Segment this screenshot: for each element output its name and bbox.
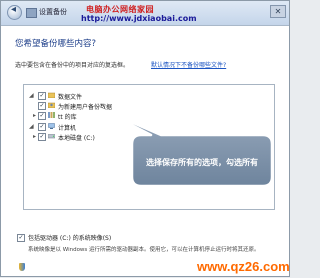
expand-arrow-icon[interactable]: ◢: [29, 92, 34, 99]
collapse-arrow-icon[interactable]: ▸: [33, 112, 36, 119]
user-folder-icon: [48, 102, 55, 108]
back-arrow-icon: ◂: [11, 4, 17, 15]
close-button[interactable]: ✕: [270, 5, 286, 18]
system-image-checkbox[interactable]: ✓: [17, 234, 25, 242]
checkbox-computer[interactable]: ✓: [38, 123, 46, 131]
backup-wizard-window: ◂ 设置备份 电脑办公网络家园 http://www.jdxiaobai.com…: [0, 0, 290, 277]
library-icon: [48, 112, 55, 118]
help-link[interactable]: 默认情况下不备份哪些文件?: [151, 60, 226, 69]
checkbox-data-files[interactable]: ✓: [38, 92, 46, 100]
watermark-url: http://www.jdxiaobai.com: [81, 14, 197, 23]
callout-text: 选择保存所有的选项，勾选所有: [146, 158, 258, 167]
titlebar: ◂ 设置备份 电脑办公网络家园 http://www.jdxiaobai.com…: [1, 1, 289, 26]
checkbox-new-users[interactable]: ✓: [38, 102, 46, 110]
system-image-label: 包括驱动器 (C:) 的系统映像(S): [28, 235, 112, 242]
window-title: 设置备份: [39, 8, 67, 16]
collapse-arrow-icon[interactable]: ▸: [33, 133, 36, 140]
expand-arrow-icon[interactable]: ◢: [29, 123, 34, 130]
page-title: 您希望备份哪些内容?: [15, 39, 97, 49]
tree-item-label: 数据文件: [58, 94, 83, 101]
tree-item-label: 本地磁盘 (C:): [58, 135, 95, 142]
instruction-text: 选中要包含在备份中的项目对应的复选框。: [15, 62, 130, 69]
tree-item-label: tt 的库: [58, 114, 77, 121]
footer-watermark: www.qz26.com: [197, 259, 290, 274]
shield-icon: [19, 263, 25, 271]
back-button[interactable]: ◂: [7, 4, 22, 20]
backup-icon: [26, 8, 37, 18]
folder-icon: [48, 92, 55, 98]
computer-icon: [48, 123, 55, 129]
drive-icon: [48, 134, 55, 139]
backup-tree: ◢ ✓ 数据文件 ✓ 为新建用户备份数据 ▸ ✓ tt 的库 ◢ ✓ 计算机 ▸…: [23, 84, 275, 210]
checkbox-local-disk[interactable]: ✓: [38, 133, 46, 141]
tree-item-label: 计算机: [58, 125, 77, 132]
system-image-note: 系统映像是以 Windows 运行所需的驱动器副本。使用它，可以在计算机停止运行…: [28, 247, 260, 253]
checkbox-user-library[interactable]: ✓: [38, 112, 46, 120]
tree-item-label: 为新建用户备份数据: [58, 104, 113, 111]
